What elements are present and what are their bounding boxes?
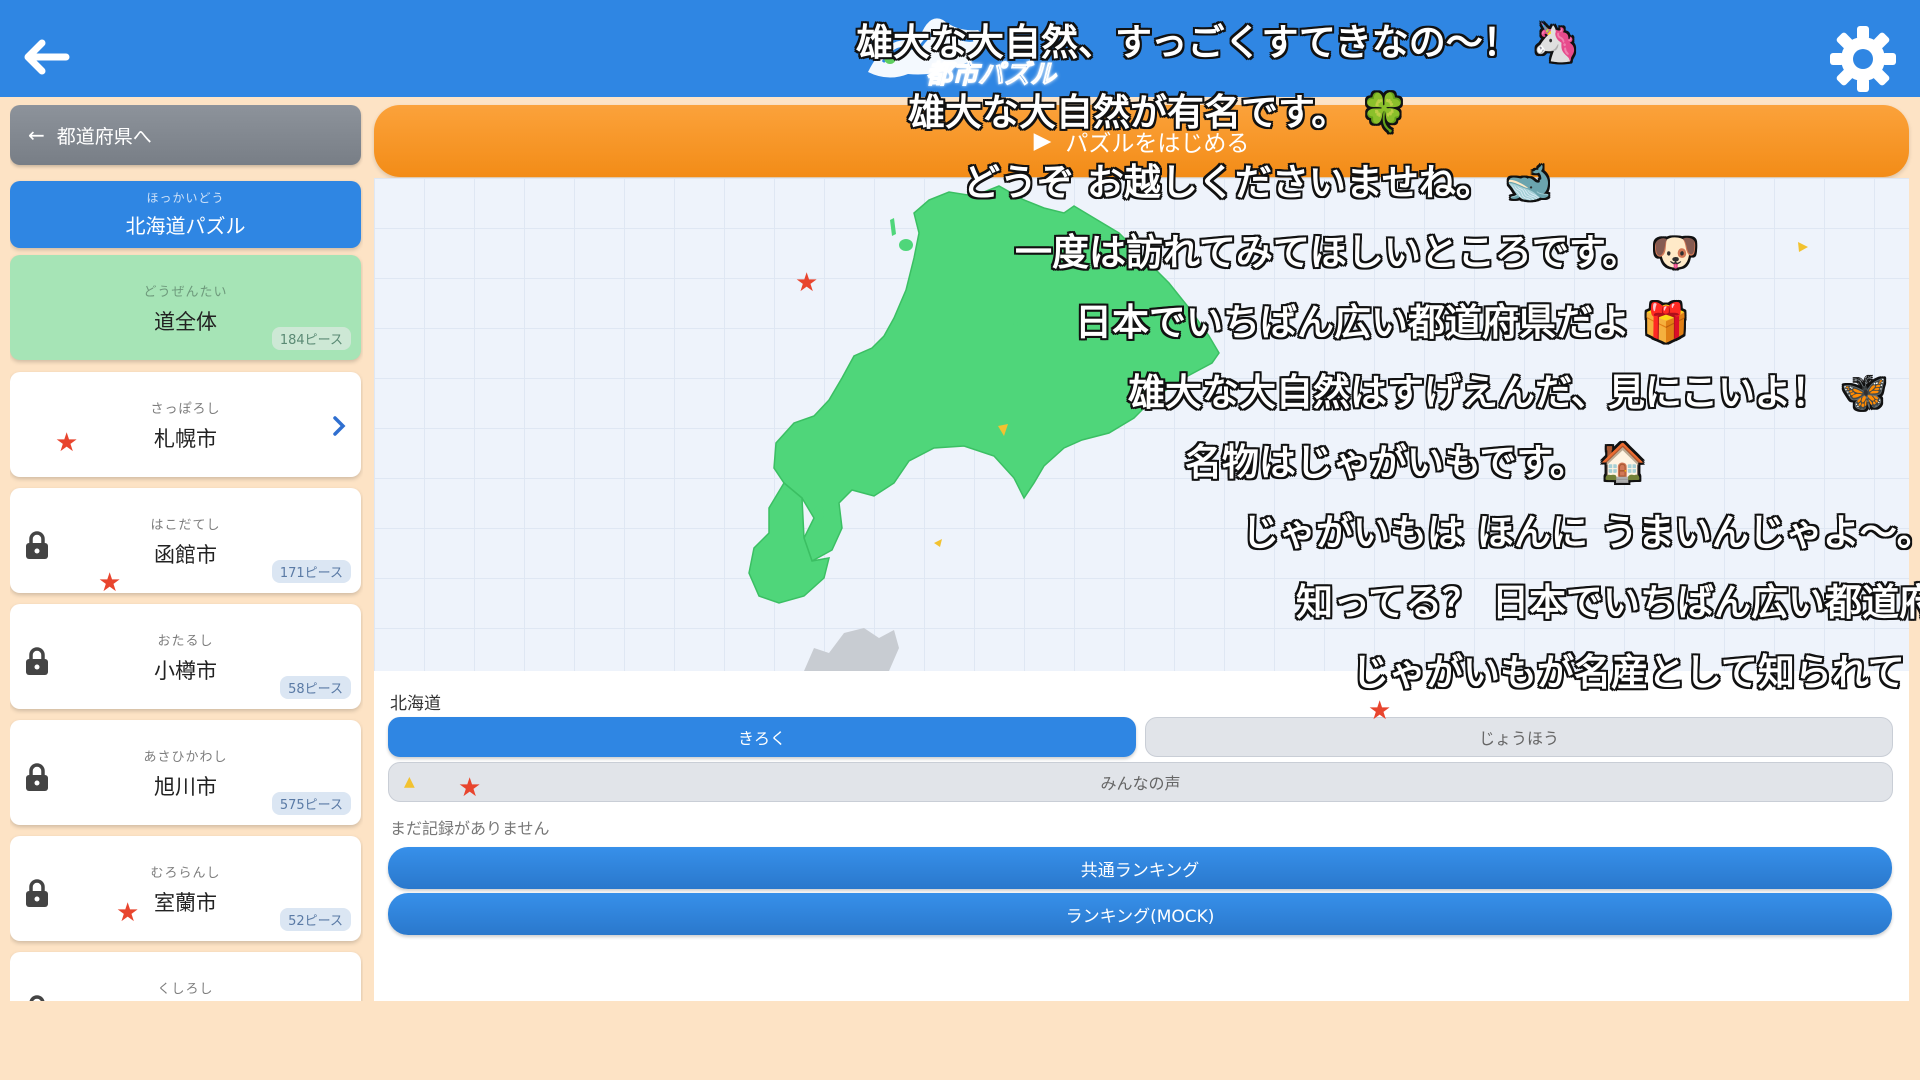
lock-icon [26, 763, 48, 791]
prefecture-kana: ほっかいどう [146, 191, 225, 205]
rebun-island-shape [890, 218, 896, 236]
tab-record[interactable]: きろく [388, 717, 1136, 757]
map-area [374, 178, 1909, 671]
aomori-shape [804, 628, 899, 671]
prefecture-name: 北海道パズル [125, 214, 246, 238]
city-item-otaru[interactable]: おたるし 小樽市 58ピース [10, 604, 361, 709]
teuri-island-shape [1013, 322, 1021, 326]
chevron-right-icon [333, 416, 346, 436]
piece-count-badge: 58ピース [280, 676, 351, 699]
whole-kana: どうぜんたい [143, 285, 228, 300]
lock-icon [29, 995, 45, 1001]
app-logo: 都市パズル [848, 2, 1068, 94]
city-kana: はこだてし [150, 518, 221, 533]
tab-info[interactable]: じょうほう [1145, 717, 1893, 757]
yellow-marker-shape [1798, 242, 1808, 252]
lock-icon [26, 531, 48, 559]
mock-ranking-button[interactable]: ランキング(MOCK) [388, 893, 1892, 935]
play-icon: ▶ [1033, 128, 1052, 154]
city-item-kushiro[interactable]: くしろし [10, 952, 361, 1001]
city-item-hakodate[interactable]: はこだてし 函館市 171ピース [10, 488, 361, 593]
city-item-sapporo[interactable]: さっぽろし 札幌市 [10, 372, 361, 477]
empty-record-message: まだ記録がありません [390, 819, 550, 838]
city-item-muroran[interactable]: むろらんし 室蘭市 52ピース [10, 836, 361, 941]
start-puzzle-label: パズルをはじめる [1065, 131, 1250, 157]
city-name: 札幌市 [154, 427, 217, 451]
city-kana: あさひかわし [143, 750, 228, 765]
lock-icon [26, 647, 48, 675]
city-kana: むろらんし [150, 866, 221, 881]
left-arrow-icon: ← [28, 123, 45, 147]
back-to-prefectures-button[interactable]: ← 都道府県へ [10, 105, 361, 165]
rishiri-island-shape [899, 239, 913, 251]
gear-icon[interactable] [1828, 24, 1898, 94]
whole-prefecture-item[interactable]: どうぜんたい 道全体 184ピース [10, 255, 361, 360]
city-kana: くしろし [157, 982, 214, 997]
yellow-marker-shape [934, 539, 942, 547]
piece-count-badge: 171ピース [271, 560, 351, 583]
city-sidebar: ← 都道府県へ ほっかいどう 北海道パズル どうぜんたい 道全体 184ピース … [10, 105, 363, 1001]
start-puzzle-button[interactable]: ▶ パズルをはじめる [374, 105, 1909, 177]
region-label: 北海道 [390, 694, 441, 714]
hokkaido-shape [773, 185, 1220, 563]
city-kana: おたるし [157, 634, 214, 649]
prefecture-puzzle-header[interactable]: ほっかいどう 北海道パズル [10, 181, 361, 248]
piece-count-badge: 184ピース [271, 327, 351, 350]
piece-count-badge: 52ピース [280, 908, 351, 931]
lock-icon [26, 879, 48, 907]
common-ranking-button[interactable]: 共通ランキング [388, 847, 1892, 889]
app-header: 都市パズル [0, 0, 1920, 97]
back-to-prefectures-label: 都道府県へ [56, 125, 152, 148]
piece-count-badge: 575ピース [271, 792, 351, 815]
logo-title: 都市パズル [925, 60, 1057, 91]
okushiri-island-shape [814, 505, 824, 521]
tab-voices[interactable]: みんなの声 [388, 762, 1893, 802]
back-arrow-icon[interactable] [16, 28, 74, 86]
city-kana: さっぽろし [150, 402, 221, 417]
city-item-asahikawa[interactable]: あさひかわし 旭川市 575ピース [10, 720, 361, 825]
info-panel: 北海道 きろく じょうほう みんなの声 まだ記録がありません 共通ランキング ラ… [374, 671, 1909, 1001]
hokkaido-map[interactable] [374, 178, 1909, 671]
